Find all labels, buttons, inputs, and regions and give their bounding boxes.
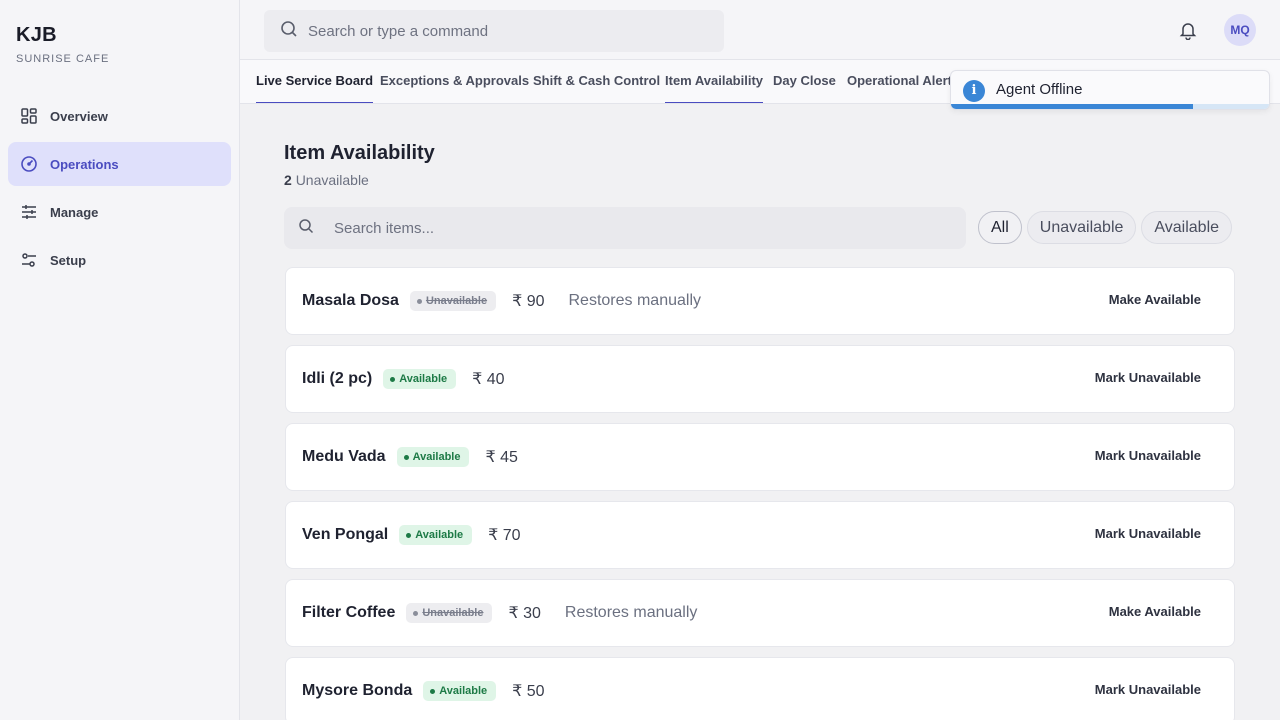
gauge-icon: [20, 155, 38, 173]
item-price: ₹ 30: [508, 605, 541, 622]
tab-item-availability[interactable]: Item Availability: [665, 60, 764, 103]
availability-toggle-button[interactable]: Make Available: [1109, 604, 1201, 619]
status-label: Unavailable: [422, 607, 484, 619]
toast-message: Agent Offline: [996, 81, 1083, 98]
item-search[interactable]: [284, 207, 966, 249]
sliders-icon: [20, 203, 38, 221]
item-row: Medu Vada Available ₹ 45 Mark Unavailable: [285, 423, 1235, 491]
status-label: Available: [439, 685, 488, 697]
item-row: Idli (2 pc) Available ₹ 40 Mark Unavailable: [285, 345, 1235, 413]
status-badge: Available: [399, 525, 473, 545]
item-name: Masala Dosa: [302, 292, 399, 309]
item-price: ₹ 40: [472, 371, 505, 388]
status-badge: Available: [423, 681, 497, 701]
filter-available[interactable]: Available: [1141, 211, 1233, 244]
sidebar-item-label: Setup: [50, 252, 87, 268]
sidebar-item-setup[interactable]: Setup: [8, 238, 231, 282]
status-badge: Available: [396, 447, 470, 467]
restore-note: Restores manually: [568, 292, 702, 309]
filter-all[interactable]: All: [978, 211, 1022, 244]
bell-icon[interactable]: [1178, 20, 1198, 41]
status-badge: Unavailable: [406, 603, 493, 623]
status-dot-icon: [416, 298, 422, 304]
sidebar-item-label: Operations: [50, 156, 119, 172]
status-dot-icon: [406, 532, 412, 538]
unavailable-summary: 2 Unavailable: [284, 172, 369, 188]
sidebar-item-overview[interactable]: Overview: [8, 94, 231, 138]
toast-progress-bar: [951, 104, 1193, 109]
status-dot-icon: [430, 688, 436, 694]
sidebar: KJB SUNRISE CAFE Overview Operations Man…: [0, 0, 240, 720]
availability-toggle-button[interactable]: Mark Unavailable: [1095, 370, 1201, 385]
availability-toggle-button[interactable]: Mark Unavailable: [1095, 526, 1201, 541]
item-search-input[interactable]: [334, 219, 934, 237]
item-price: ₹ 90: [512, 293, 545, 310]
search-icon: [298, 218, 314, 239]
toast-notification[interactable]: i Agent Offline: [950, 70, 1270, 110]
item-name: Ven Pongal: [302, 526, 389, 543]
page-title: Item Availability: [284, 142, 435, 164]
top-header: MQ: [240, 0, 1280, 60]
status-dot-icon: [390, 376, 396, 382]
search-icon: [280, 20, 298, 43]
settings-sliders-icon: [20, 251, 38, 269]
item-row: Filter Coffee Unavailable ₹ 30 Restores man…: [285, 579, 1235, 647]
unavailable-summary-label: Unavailable: [295, 172, 369, 188]
item-row: Masala Dosa Unavailable ₹ 90 Restores manua…: [285, 267, 1235, 335]
tab-operational-alerts[interactable]: Operational Alerts: [847, 60, 959, 103]
item-name: Filter Coffee: [302, 604, 396, 621]
item-price: ₹ 45: [485, 449, 518, 466]
status-label: Available: [399, 373, 448, 385]
item-price: ₹ 70: [488, 527, 521, 544]
status-dot-icon: [413, 610, 419, 616]
brand-name: KJB: [16, 24, 57, 46]
status-label: Available: [415, 529, 464, 541]
tab-shift-cash-control[interactable]: Shift & Cash Control: [533, 60, 660, 103]
status-label: Unavailable: [425, 295, 488, 307]
sidebar-item-label: Manage: [50, 204, 99, 220]
sidebar-item-label: Overview: [50, 108, 108, 124]
filter-unavailable[interactable]: Unavailable: [1026, 211, 1137, 244]
availability-toggle-button[interactable]: Make Available: [1109, 292, 1201, 307]
item-row: Ven Pongal Available ₹ 70 Mark Unavailable: [285, 501, 1235, 569]
toast-progress-track: [951, 104, 1269, 109]
brand: KJB SUNRISE CAFE: [16, 24, 109, 65]
sidebar-nav: Overview Operations Manage Setup: [8, 94, 231, 286]
item-name: Medu Vada: [302, 448, 386, 465]
item-list: Masala Dosa Unavailable ₹ 90 Restores manua…: [285, 267, 1235, 720]
restore-note: Restores manually: [564, 604, 698, 621]
item-row: Mysore Bonda Available ₹ 50 Mark Unavailabl…: [285, 657, 1235, 720]
status-label: Available: [412, 451, 461, 463]
tab-day-close[interactable]: Day Close: [773, 60, 836, 103]
availability-toggle-button[interactable]: Mark Unavailable: [1095, 682, 1201, 697]
command-search-input[interactable]: [308, 22, 708, 40]
info-icon: i: [963, 80, 985, 102]
availability-filters: All Unavailable Available: [978, 211, 1233, 244]
tab-live-service-board[interactable]: Live Service Board: [256, 60, 374, 103]
status-dot-icon: [403, 454, 409, 460]
item-price: ₹ 50: [512, 683, 545, 700]
brand-subtitle: SUNRISE CAFE: [16, 53, 110, 65]
user-avatar[interactable]: MQ: [1224, 14, 1256, 46]
status-badge: Unavailable: [409, 291, 497, 311]
tab-exceptions-approvals[interactable]: Exceptions & Approvals: [380, 60, 529, 103]
sidebar-item-manage[interactable]: Manage: [8, 190, 231, 234]
status-badge: Available: [383, 369, 457, 389]
sidebar-item-operations[interactable]: Operations: [8, 142, 231, 186]
command-search[interactable]: [264, 10, 724, 52]
availability-toggle-button[interactable]: Mark Unavailable: [1095, 448, 1201, 463]
unavailable-count: 2: [284, 172, 292, 188]
item-name: Mysore Bonda: [302, 682, 413, 699]
item-name: Idli (2 pc): [302, 370, 373, 387]
grid-icon: [20, 107, 38, 125]
